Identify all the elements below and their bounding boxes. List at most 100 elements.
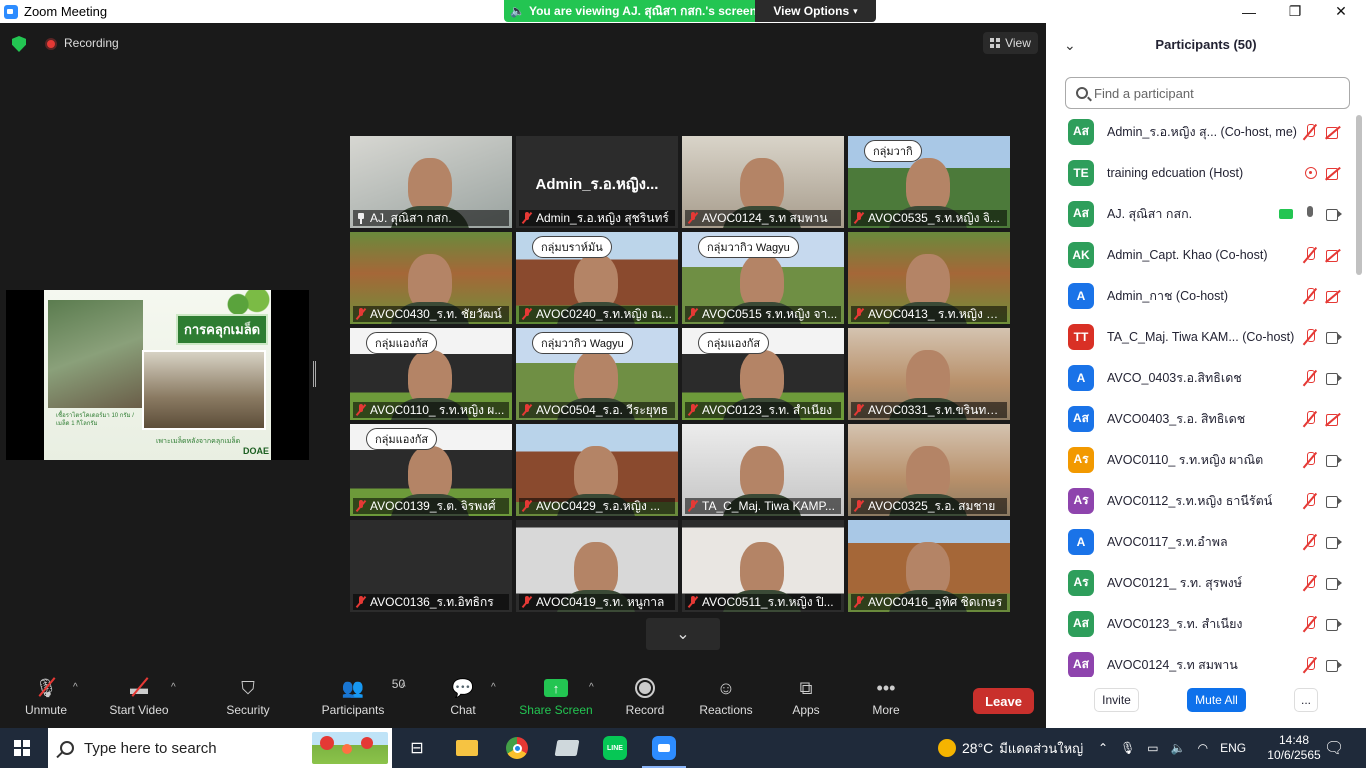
leave-button[interactable]: Leave <box>973 688 1034 714</box>
microphone-muted-icon[interactable] <box>1303 574 1317 591</box>
microphone-muted-icon[interactable] <box>1303 451 1317 468</box>
microphone-muted-icon[interactable] <box>1303 328 1317 345</box>
video-tile[interactable]: AVOC0511_ร.ท.หญิง ปิ... <box>682 520 844 612</box>
participant-row[interactable]: Aส AVCO0403_ร.อ. สิทธิเดช <box>1046 398 1356 439</box>
start-video-button[interactable]: ▬ Start Video <box>104 673 174 728</box>
video-tile[interactable]: กลุ่มวากิ AVOC0535_ร.ท.หญิง จิ... <box>848 136 1010 228</box>
line-app-icon[interactable]: LINE <box>601 734 629 762</box>
recording-icon[interactable] <box>1303 165 1317 181</box>
recording-label[interactable]: Recording <box>64 36 119 50</box>
video-tile[interactable]: AVOC0413_ ร.ท.หญิง ชั... <box>848 232 1010 324</box>
video-tile[interactable]: กลุ่มแองกัส AVOC0123_ร.ท. สำเนียง <box>682 328 844 420</box>
shared-screen[interactable]: การคลุกเมล็ด เชื้อราไตรโคเดอร์มา 10 กรัม… <box>6 290 309 460</box>
scrollbar-thumb[interactable] <box>1356 115 1362 275</box>
more-button[interactable]: ••• More <box>866 673 906 728</box>
video-tile[interactable]: กลุ่มวากิว Wagyu AVOC0515 ร.ท.หญิง จา... <box>682 232 844 324</box>
microphone-icon[interactable]: 🎙 <box>1120 741 1135 755</box>
record-button[interactable]: Record <box>622 673 668 728</box>
video-tile[interactable]: กลุ่มแองกัส AVOC0139_ร.ต. จิรพงศ์ <box>350 424 512 516</box>
microphone-muted-icon[interactable] <box>1303 287 1317 304</box>
splitter-handle[interactable] <box>313 361 316 387</box>
camera-icon[interactable] <box>1326 659 1342 672</box>
participant-row[interactable]: TE training edcuation (Host) <box>1046 152 1356 193</box>
video-tile[interactable]: AVOC0325_ร.อ. สมชาย <box>848 424 1010 516</box>
camera-icon[interactable] <box>1326 495 1342 508</box>
camera-off-icon[interactable] <box>1326 249 1342 262</box>
view-options-button[interactable]: View Options ▾ <box>755 0 876 22</box>
restore-button[interactable]: ❐ <box>1272 0 1318 23</box>
microphone-muted-icon[interactable] <box>1303 533 1317 550</box>
participant-row[interactable]: Aส Admin_ร.อ.หญิง สุ... (Co-host, me) <box>1046 111 1356 152</box>
video-tile[interactable]: AVOC0416_อุทิศ ชิดเกษร <box>848 520 1010 612</box>
file-explorer-icon[interactable] <box>453 734 481 762</box>
participant-list-scrollbar[interactable] <box>1356 111 1362 677</box>
video-tile[interactable]: TA_C_Maj. Tiwa KAMP... <box>682 424 844 516</box>
microphone-muted-icon[interactable] <box>1303 656 1317 673</box>
video-tile[interactable]: AVOC0136_ร.ท.อิทธิกร <box>350 520 512 612</box>
video-tile[interactable]: AVOC0124_ร.ท สมพาน <box>682 136 844 228</box>
microphone-muted-icon[interactable] <box>1303 410 1317 427</box>
participant-row[interactable]: Aร AVOC0121_ ร.ท. สุรพงษ์ <box>1046 562 1356 603</box>
camera-icon[interactable] <box>1326 577 1342 590</box>
participants-button[interactable]: 👥 50 Participants <box>318 673 406 728</box>
taskbar-search[interactable]: Type here to search <box>48 728 392 768</box>
participant-row[interactable]: A Admin_กาช (Co-host) <box>1046 275 1356 316</box>
camera-icon[interactable] <box>1326 454 1342 467</box>
chat-caret-icon[interactable]: ^ <box>491 682 496 693</box>
gallery-next-page-button[interactable]: ⌄ <box>646 618 720 650</box>
audio-options-caret-icon[interactable]: ^ <box>73 682 78 693</box>
notification-icon[interactable]: 🗨 <box>1324 728 1344 768</box>
participant-row[interactable]: AK Admin_Capt. Khao (Co-host) <box>1046 234 1356 275</box>
video-tile[interactable]: กลุ่มบราห์มัน AVOC0240_ร.ท.หญิง ณ... <box>516 232 678 324</box>
language-indicator[interactable]: ENG <box>1220 741 1246 755</box>
windows-start-icon[interactable] <box>14 740 30 756</box>
video-tile[interactable]: AVOC0429_ร.อ.หญิง ... <box>516 424 678 516</box>
video-tile[interactable]: กลุ่มแองกัส AVOC0110_ ร.ท.หญิง ผ... <box>350 328 512 420</box>
video-options-caret-icon[interactable]: ^ <box>171 682 176 693</box>
volume-icon[interactable]: 🔈 <box>1171 741 1186 755</box>
chat-button[interactable]: 💬 Chat <box>440 673 486 728</box>
video-tile[interactable]: AVOC0430_ร.ท. ชัยวัฒน์ <box>350 232 512 324</box>
minimize-button[interactable]: — <box>1226 0 1272 23</box>
video-tile[interactable]: AJ. สุณิสา กสก. <box>350 136 512 228</box>
panel-more-button[interactable]: ... <box>1294 688 1318 712</box>
camera-off-icon[interactable] <box>1326 290 1342 303</box>
participant-row[interactable]: Aส AJ. สุณิสา กสก. <box>1046 193 1356 234</box>
security-button[interactable]: ⛉ Security <box>220 673 276 728</box>
participant-row[interactable]: TT TA_C_Maj. Tiwa KAM... (Co-host) <box>1046 316 1356 357</box>
video-tile[interactable]: Admin_ร.อ.หญิง... Admin_ร.อ.หญิง สุชรินทร… <box>516 136 678 228</box>
clock[interactable]: 14:48 10/6/2565 <box>1262 728 1326 768</box>
microphone-icon[interactable] <box>1303 205 1317 222</box>
security-shield-icon[interactable] <box>12 36 26 52</box>
reactions-button[interactable]: ☺ Reactions <box>698 673 754 728</box>
microphone-muted-icon[interactable] <box>1303 369 1317 386</box>
video-tile[interactable]: กลุ่มวากิว Wagyu AVOC0504_ร.อ. วีระยุทธ <box>516 328 678 420</box>
invite-button[interactable]: Invite <box>1094 688 1139 712</box>
camera-icon[interactable] <box>1326 331 1342 344</box>
chevron-up-icon[interactable]: ⌃ <box>1098 741 1108 755</box>
scanner-app-icon[interactable] <box>553 734 581 762</box>
camera-icon[interactable] <box>1326 208 1342 221</box>
participant-row[interactable]: Aส AVOC0124_ร.ท สมพาน <box>1046 644 1356 677</box>
task-view-icon[interactable]: ⊟ <box>403 734 431 762</box>
view-button[interactable]: View <box>983 32 1038 54</box>
camera-icon[interactable] <box>1326 536 1342 549</box>
participant-row[interactable]: Aร AVOC0112_ร.ท.หญิง ธานีรัตน์ <box>1046 480 1356 521</box>
unmute-button[interactable]: 🎙 Unmute <box>18 673 74 728</box>
camera-off-icon[interactable] <box>1326 413 1342 426</box>
microphone-muted-icon[interactable] <box>1303 615 1317 632</box>
participant-row[interactable]: Aร AVOC0110_ ร.ท.หญิง ผาณิต <box>1046 439 1356 480</box>
mute-all-button[interactable]: Mute All <box>1187 688 1246 712</box>
close-button[interactable]: ✕ <box>1318 0 1364 23</box>
participant-row[interactable]: A AVOC0117_ร.ท.อำพล <box>1046 521 1356 562</box>
participant-row[interactable]: Aส AVOC0123_ร.ท. สำเนียง <box>1046 603 1356 644</box>
share-caret-icon[interactable]: ^ <box>589 682 594 693</box>
zoom-taskbar-icon[interactable] <box>642 734 686 768</box>
participant-row[interactable]: A AVCO_0403ร.อ.สิทธิเดช <box>1046 357 1356 398</box>
participant-search-input[interactable] <box>1094 85 1334 101</box>
weather-widget[interactable]: 28°C มีแดดส่วนใหญ่ <box>938 728 1083 768</box>
share-screen-button[interactable]: ↑ Share Screen <box>516 673 596 728</box>
microphone-muted-icon[interactable] <box>1303 123 1317 140</box>
video-tile[interactable]: AVOC0331_ร.ท.ขรินทร์ธร <box>848 328 1010 420</box>
chrome-icon[interactable] <box>503 734 531 762</box>
